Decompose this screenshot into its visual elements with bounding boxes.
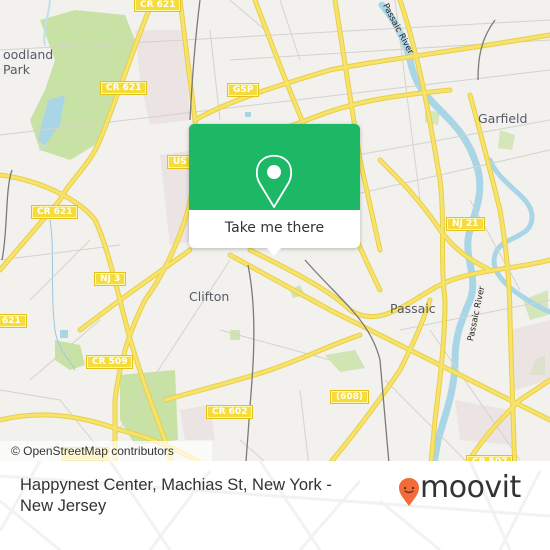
road-shield: CR 509 [86,355,134,369]
road-shield: CR 621 [100,81,148,95]
location-pin-icon [255,154,293,208]
moovit-wordmark: moovit [420,470,521,505]
road-shield: NJ 21 [446,217,485,231]
road-shield: CR 621 [134,0,182,12]
road-shield: CR 621 [31,205,79,219]
map-attribution[interactable]: © OpenStreetMap contributors [0,441,212,461]
road-shield: CR 602 [206,405,254,419]
road-shield: 621 [0,314,27,328]
place-label-line: Park [3,62,31,77]
location-popup[interactable]: Take me there [189,124,360,256]
popup-header[interactable] [189,124,360,210]
place-label-garfield: Garfield [478,111,528,126]
place-label-woodland-park: oodland Park [3,47,53,77]
place-label-clifton: Clifton [189,289,230,304]
moovit-smiley-pin-icon [399,478,419,506]
map-view[interactable]: CR 621 CR 621 GSP US CR 621 621 NJ 3 CR … [0,0,550,475]
place-label-line: oodland [3,47,54,62]
place-label-passaic: Passaic [390,301,436,316]
road-shield: NJ 3 [94,272,127,286]
road-shield: GSP [227,83,260,97]
road-shield: (608) [330,390,370,404]
location-title: Happynest Center, Machias St, New York -… [20,476,332,515]
popup-pointer [265,246,283,256]
take-me-there-button[interactable]: Take me there [189,210,360,246]
footer-bar: Happynest Center, Machias St, New York -… [0,461,550,550]
